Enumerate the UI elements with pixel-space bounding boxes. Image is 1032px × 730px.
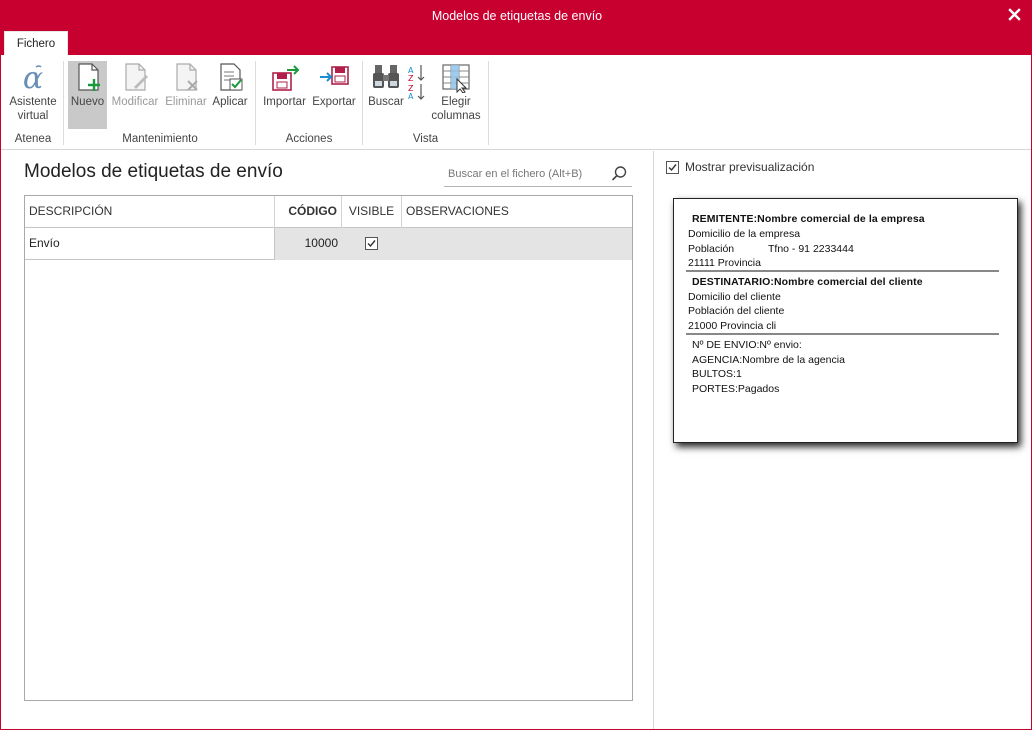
new-document-icon xyxy=(77,63,100,91)
importar-label: Importar xyxy=(263,96,306,108)
delete-document-icon xyxy=(176,63,198,91)
preview-domicilio-cliente: Domicilio del cliente xyxy=(688,291,781,303)
apply-document-icon xyxy=(220,63,243,91)
exportar-label: Exportar xyxy=(312,96,356,108)
export-icon xyxy=(320,66,349,85)
visible-checkbox[interactable] xyxy=(365,237,378,250)
search-button[interactable] xyxy=(610,165,628,183)
cell-descripcion: Envío xyxy=(25,228,275,260)
cell-visible xyxy=(342,228,402,260)
elegir-label-1: Elegir xyxy=(441,96,471,108)
preview-domicilio-empresa: Domicilio de la empresa xyxy=(688,228,801,240)
label-preview: REMITENTE:Nombre comercial de la empresa… xyxy=(673,198,1018,443)
preview-checkbox[interactable] xyxy=(666,161,679,174)
group-label-mantenimiento: Mantenimiento xyxy=(122,133,198,145)
group-separator xyxy=(488,61,489,145)
preview-remitente: REMITENTE:Nombre comercial de la empresa xyxy=(692,213,925,225)
table-row[interactable]: Envío 10000 xyxy=(25,228,632,260)
eliminar-label: Eliminar xyxy=(165,96,207,108)
modificar-label: Modificar xyxy=(111,96,159,108)
group-label-vista: Vista xyxy=(412,133,439,145)
window-title: Modelos de etiquetas de envío xyxy=(431,9,603,23)
binoculars-icon xyxy=(373,65,399,88)
checkbox-icon xyxy=(367,240,376,248)
svg-text:A: A xyxy=(408,92,414,101)
group-label-atenea: Atenea xyxy=(14,133,52,145)
import-icon xyxy=(271,65,299,91)
preview-cp-cliente: 21000 Provincia cli xyxy=(688,320,777,332)
ribbon: α Asistente virtual Atenea Nuevo Modific… xyxy=(1,55,1031,150)
search-box xyxy=(444,161,632,187)
aplicar-label: Aplicar xyxy=(212,96,248,108)
preview-portes: PORTES:Pagados xyxy=(692,383,780,395)
list-panel: Modelos de etiquetas de envío DESCRIPCIÓ… xyxy=(1,151,653,729)
nuevo-label: Nuevo xyxy=(70,96,105,108)
asistente-virtual-button[interactable]: α Asistente virtual xyxy=(5,61,61,129)
models-table: DESCRIPCIÓN CÓDIGO VISIBLE OBSERVACIONES… xyxy=(24,195,633,701)
asistente-label-2: virtual xyxy=(17,110,49,122)
title-bar: Modelos de etiquetas de envío Fichero xyxy=(1,1,1031,55)
exportar-button[interactable]: Exportar xyxy=(310,61,358,129)
panel-divider xyxy=(653,151,654,729)
edit-document-icon xyxy=(125,63,148,91)
close-icon xyxy=(1008,8,1021,21)
preview-telefono: Tfno - 91 2233444 xyxy=(768,243,854,255)
nuevo-button[interactable]: Nuevo xyxy=(68,61,107,129)
search-input[interactable] xyxy=(448,165,604,183)
svg-text:Z: Z xyxy=(408,74,414,83)
sort-button[interactable]: A Z Z A xyxy=(406,61,428,101)
group-label-acciones: Acciones xyxy=(285,133,333,145)
cell-codigo: 10000 xyxy=(304,236,338,250)
sort-icon: A Z Z A xyxy=(408,65,425,101)
column-header-descripcion[interactable]: DESCRIPCIÓN xyxy=(25,196,275,228)
column-header-observaciones[interactable]: OBSERVACIONES xyxy=(402,196,632,228)
column-header-codigo[interactable]: CÓDIGO xyxy=(275,196,342,228)
app-window: Modelos de etiquetas de envío Fichero α … xyxy=(0,0,1032,730)
close-button[interactable] xyxy=(1005,5,1025,25)
preview-poblacion-empresa: Población xyxy=(688,243,735,255)
checkbox-icon xyxy=(668,164,677,172)
preview-toggle-label: Mostrar previsualización xyxy=(685,160,815,174)
search-icon xyxy=(611,166,627,181)
table-header: DESCRIPCIÓN CÓDIGO VISIBLE OBSERVACIONES xyxy=(25,196,632,228)
cell-observaciones xyxy=(402,228,632,260)
preview-cp-empresa: 21111 Provincia xyxy=(688,257,761,269)
preview-toggle[interactable]: Mostrar previsualización xyxy=(666,160,826,176)
buscar-button[interactable]: Buscar xyxy=(367,61,405,129)
preview-divider xyxy=(686,270,999,272)
elegir-label-2: columnas xyxy=(431,110,481,122)
preview-poblacion-cliente: Población del cliente xyxy=(688,305,785,317)
preview-envio: Nº DE ENVIO:Nº envio: xyxy=(692,339,802,351)
alpha-icon: α xyxy=(23,61,43,93)
importar-button[interactable]: Importar xyxy=(260,61,309,129)
elegir-columnas-button[interactable]: Elegir columnas xyxy=(429,61,483,129)
tab-fichero[interactable]: Fichero xyxy=(4,31,68,55)
modificar-button[interactable]: Modificar xyxy=(109,61,161,129)
preview-destinatario: DESTINATARIO:Nombre comercial del client… xyxy=(692,276,923,288)
page-title: Modelos de etiquetas de envío xyxy=(24,161,283,182)
group-separator xyxy=(63,61,64,145)
preview-bultos: BULTOS:1 xyxy=(692,368,742,380)
buscar-label: Buscar xyxy=(368,96,404,108)
asistente-label-1: Asistente xyxy=(9,96,57,108)
preview-agencia: AGENCIA:Nombre de la agencia xyxy=(692,354,845,366)
column-header-visible[interactable]: VISIBLE xyxy=(342,196,402,228)
columns-icon xyxy=(442,64,470,93)
group-separator xyxy=(255,61,256,145)
eliminar-button[interactable]: Eliminar xyxy=(163,61,209,129)
preview-divider xyxy=(686,333,999,335)
aplicar-button[interactable]: Aplicar xyxy=(210,61,250,129)
